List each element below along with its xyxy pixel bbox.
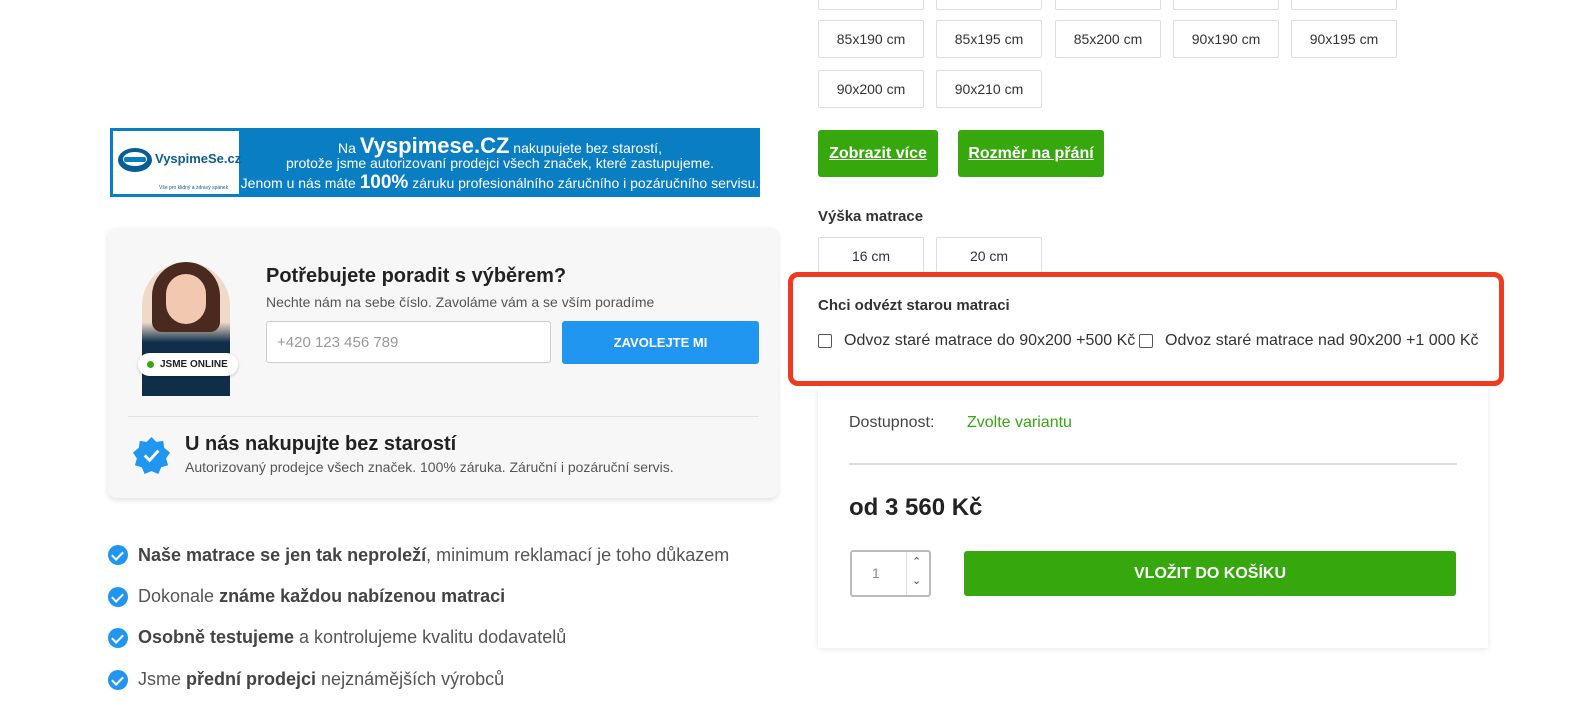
banner-line-3: Jenom u nás máte 100% záruku profesionál… xyxy=(240,172,760,193)
size-option-90x195[interactable]: 90x195 cm xyxy=(1291,20,1397,58)
size-option-90x200[interactable]: 90x200 cm xyxy=(818,70,924,108)
card-divider xyxy=(128,416,759,417)
quantity-stepper[interactable]: 1 ⌃ ⌄ xyxy=(850,550,931,597)
check-icon xyxy=(108,628,128,648)
mattress-logo-icon xyxy=(118,148,152,172)
size-option-85x195[interactable]: 85x195 cm xyxy=(936,20,1042,58)
size-option-top-5[interactable] xyxy=(1291,0,1397,10)
banner-line-2: protože jsme autorizovaní prodejci všech… xyxy=(286,155,714,171)
custom-size-button[interactable]: Rozměr na přání xyxy=(958,130,1104,177)
verified-badge-icon xyxy=(132,436,171,475)
feature-item-4: Jsme přední prodejci nejznámějších výrob… xyxy=(138,669,505,689)
trust-banner: VyspimeSe.cz Vše pro klidný a zdravý spá… xyxy=(110,128,760,197)
size-option-top-2[interactable] xyxy=(936,0,1042,10)
disposal-under-checkbox[interactable] xyxy=(818,334,832,348)
chevron-up-icon[interactable]: ⌃ xyxy=(912,555,921,568)
availability-value: Zvolte variantu xyxy=(967,414,1072,431)
feature-item-2: Dokonale známe každou nabízenou matraci xyxy=(138,586,506,606)
trust-text: Autorizovaný prodejce všech značek. 100%… xyxy=(185,459,674,475)
disposal-over-label[interactable]: Odvoz staré matrace nad 90x200 +1 000 Kč xyxy=(1165,332,1479,350)
banner-logo-text: VyspimeSe.cz xyxy=(155,151,242,166)
quantity-arrows[interactable]: ⌃ ⌄ xyxy=(906,552,929,595)
add-to-cart-button[interactable]: VLOŽIT DO KOŠÍKU xyxy=(964,551,1456,596)
quantity-value[interactable]: 1 xyxy=(872,565,880,581)
banner-logo-tagline: Vše pro klidný a zdravý spánek xyxy=(159,185,229,191)
advice-title: Potřebujete poradit s výběrem? xyxy=(266,265,567,287)
size-option-85x190[interactable]: 85x190 cm xyxy=(818,20,924,58)
height-option-16[interactable]: 16 cm xyxy=(818,237,924,275)
disposal-under-label[interactable]: Odvoz staré matrace do 90x200 +500 Kč xyxy=(844,332,1135,350)
phone-input[interactable] xyxy=(266,321,551,363)
size-option-top-1[interactable] xyxy=(818,0,924,10)
size-option-90x190[interactable]: 90x190 cm xyxy=(1173,20,1279,58)
height-label: Výška matrace xyxy=(818,208,924,225)
check-icon xyxy=(108,670,128,690)
disposal-label: Chci odvézt starou matraci xyxy=(818,297,1010,314)
call-me-button[interactable]: ZAVOLEJTE MI xyxy=(562,321,759,364)
size-option-90x210[interactable]: 90x210 cm xyxy=(936,70,1042,108)
disposal-highlight-box xyxy=(788,272,1504,386)
size-option-top-4[interactable] xyxy=(1173,0,1279,10)
availability-label: Dostupnost: xyxy=(849,414,935,431)
trust-title: U nás nakupujte bez starostí xyxy=(185,433,457,455)
check-icon xyxy=(108,587,128,607)
check-icon xyxy=(108,545,128,565)
divider xyxy=(849,463,1457,465)
online-dot-icon xyxy=(147,361,154,368)
price: od 3 560 Kč xyxy=(849,494,983,521)
show-more-button[interactable]: Zobrazit více xyxy=(818,130,938,177)
chevron-down-icon[interactable]: ⌄ xyxy=(912,574,921,587)
size-option-85x200[interactable]: 85x200 cm xyxy=(1055,20,1161,58)
advice-subtitle: Nechte nám na sebe číslo. Zavoláme vám a… xyxy=(266,294,655,310)
feature-item-1: Naše matrace se jen tak neproleží, minim… xyxy=(138,545,730,565)
disposal-over-checkbox[interactable] xyxy=(1139,334,1153,348)
height-option-20[interactable]: 20 cm xyxy=(936,237,1042,275)
online-badge: JSME ONLINE xyxy=(138,353,238,376)
banner-logo: VyspimeSe.cz Vše pro klidný a zdravý spá… xyxy=(113,131,242,194)
size-option-top-3[interactable] xyxy=(1055,0,1161,10)
feature-item-3: Osobně testujeme a kontrolujeme kvalitu … xyxy=(138,627,567,647)
